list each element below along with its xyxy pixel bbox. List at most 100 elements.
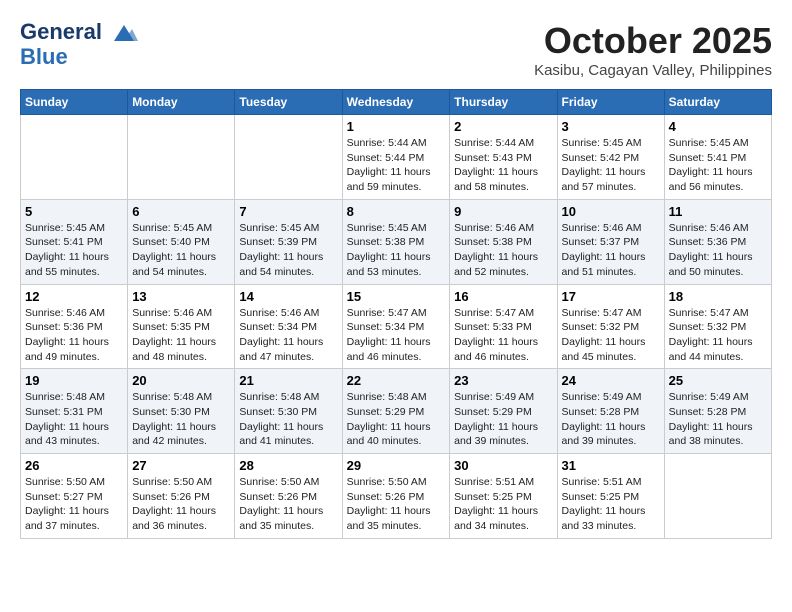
calendar-cell: 30 Sunrise: 5:51 AMSunset: 5:25 PMDayligh… [450, 454, 557, 539]
day-number: 23 [454, 373, 552, 388]
daylight-text: Daylight: 11 hours and 35 minutes. [347, 504, 446, 533]
calendar-cell: 24 Sunrise: 5:49 AMSunset: 5:28 PMDayligh… [557, 369, 664, 454]
sunset-text: Sunset: 5:37 PM [562, 235, 660, 250]
day-detail: Sunrise: 5:51 AMSunset: 5:25 PMDaylight:… [454, 475, 552, 534]
sunrise-text: Sunrise: 5:45 AM [562, 136, 660, 151]
daylight-text: Daylight: 11 hours and 39 minutes. [454, 420, 552, 449]
sunset-text: Sunset: 5:25 PM [454, 490, 552, 505]
sunset-text: Sunset: 5:34 PM [347, 320, 446, 335]
day-number: 6 [132, 204, 230, 219]
sunset-text: Sunset: 5:34 PM [239, 320, 337, 335]
day-detail: Sunrise: 5:47 AMSunset: 5:34 PMDaylight:… [347, 306, 446, 365]
sunrise-text: Sunrise: 5:44 AM [347, 136, 446, 151]
calendar-cell: 26Sunrise: 5:50 AMSunset: 5:27 PMDayligh… [21, 454, 128, 539]
day-detail: Sunrise: 5:48 AMSunset: 5:29 PMDaylight:… [347, 390, 446, 449]
calendar-cell: 11Sunrise: 5:46 AMSunset: 5:36 PMDayligh… [664, 199, 771, 284]
daylight-text: Daylight: 11 hours and 50 minutes. [669, 250, 767, 279]
calendar-cell: 3 Sunrise: 5:45 AMSunset: 5:42 PMDaylight… [557, 115, 664, 200]
sunset-text: Sunset: 5:44 PM [347, 151, 446, 166]
calendar-cell: 2Sunrise: 5:44 AMSunset: 5:43 PMDaylight… [450, 115, 557, 200]
day-number: 3 [562, 119, 660, 134]
sunrise-text: Sunrise: 5:48 AM [239, 390, 337, 405]
daylight-text: Daylight: 11 hours and 58 minutes. [454, 165, 552, 194]
day-number: 18 [669, 289, 767, 304]
calendar-table: SundayMondayTuesdayWednesdayThursdayFrid… [20, 89, 772, 539]
sunset-text: Sunset: 5:30 PM [239, 405, 337, 420]
sunrise-text: Sunrise: 5:47 AM [562, 306, 660, 321]
col-header-saturday: Saturday [664, 90, 771, 115]
day-number: 1 [347, 119, 446, 134]
calendar-header-row: SundayMondayTuesdayWednesdayThursdayFrid… [21, 90, 772, 115]
day-detail: Sunrise: 5:46 AMSunset: 5:37 PMDaylight:… [562, 221, 660, 280]
calendar-cell: 18Sunrise: 5:47 AMSunset: 5:32 PMDayligh… [664, 284, 771, 369]
sunset-text: Sunset: 5:33 PM [454, 320, 552, 335]
sunset-text: Sunset: 5:28 PM [562, 405, 660, 420]
calendar-cell: 12Sunrise: 5:46 AMSunset: 5:36 PMDayligh… [21, 284, 128, 369]
sunrise-text: Sunrise: 5:50 AM [347, 475, 446, 490]
daylight-text: Daylight: 11 hours and 59 minutes. [347, 165, 446, 194]
daylight-text: Daylight: 11 hours and 35 minutes. [239, 504, 337, 533]
day-number: 7 [239, 204, 337, 219]
sunrise-text: Sunrise: 5:50 AM [132, 475, 230, 490]
calendar-cell: 28 Sunrise: 5:50 AMSunset: 5:26 PMDayligh… [235, 454, 342, 539]
calendar-cell: 13Sunrise: 5:46 AMSunset: 5:35 PMDayligh… [128, 284, 235, 369]
day-detail: Sunrise: 5:46 AMSunset: 5:36 PMDaylight:… [669, 221, 767, 280]
calendar-cell: 19Sunrise: 5:48 AMSunset: 5:31 PMDayligh… [21, 369, 128, 454]
sunset-text: Sunset: 5:40 PM [132, 235, 230, 250]
sunset-text: Sunset: 5:30 PM [132, 405, 230, 420]
day-detail: Sunrise: 5:51 AMSunset: 5:25 PMDaylight:… [562, 475, 660, 534]
calendar-week-row: 12Sunrise: 5:46 AMSunset: 5:36 PMDayligh… [21, 284, 772, 369]
day-number: 19 [25, 373, 123, 388]
calendar-cell [128, 115, 235, 200]
calendar-cell: 5Sunrise: 5:45 AMSunset: 5:41 PMDaylight… [21, 199, 128, 284]
col-header-thursday: Thursday [450, 90, 557, 115]
calendar-cell: 31Sunrise: 5:51 AMSunset: 5:25 PMDayligh… [557, 454, 664, 539]
sunset-text: Sunset: 5:26 PM [239, 490, 337, 505]
day-detail: Sunrise: 5:46 AMSunset: 5:35 PMDaylight:… [132, 306, 230, 365]
calendar-cell: 22 Sunrise: 5:48 AMSunset: 5:29 PMDayligh… [342, 369, 450, 454]
sunrise-text: Sunrise: 5:51 AM [454, 475, 552, 490]
day-number: 14 [239, 289, 337, 304]
sunrise-text: Sunrise: 5:45 AM [239, 221, 337, 236]
sunrise-text: Sunrise: 5:50 AM [25, 475, 123, 490]
day-detail: Sunrise: 5:48 AMSunset: 5:30 PMDaylight:… [132, 390, 230, 449]
sunset-text: Sunset: 5:29 PM [347, 405, 446, 420]
sunrise-text: Sunrise: 5:44 AM [454, 136, 552, 151]
day-detail: Sunrise: 5:49 AMSunset: 5:28 PMDaylight:… [669, 390, 767, 449]
daylight-text: Daylight: 11 hours and 52 minutes. [454, 250, 552, 279]
day-detail: Sunrise: 5:45 AMSunset: 5:41 PMDaylight:… [669, 136, 767, 195]
sunrise-text: Sunrise: 5:45 AM [669, 136, 767, 151]
day-detail: Sunrise: 5:50 AMSunset: 5:26 PMDaylight:… [239, 475, 337, 534]
daylight-text: Daylight: 11 hours and 40 minutes. [347, 420, 446, 449]
day-detail: Sunrise: 5:45 AMSunset: 5:39 PMDaylight:… [239, 221, 337, 280]
day-detail: Sunrise: 5:49 AMSunset: 5:28 PMDaylight:… [562, 390, 660, 449]
day-number: 24 [562, 373, 660, 388]
calendar-week-row: 1Sunrise: 5:44 AMSunset: 5:44 PMDaylight… [21, 115, 772, 200]
daylight-text: Daylight: 11 hours and 44 minutes. [669, 335, 767, 364]
daylight-text: Daylight: 11 hours and 41 minutes. [239, 420, 337, 449]
day-number: 22 [347, 373, 446, 388]
sunset-text: Sunset: 5:43 PM [454, 151, 552, 166]
day-detail: Sunrise: 5:48 AMSunset: 5:30 PMDaylight:… [239, 390, 337, 449]
daylight-text: Daylight: 11 hours and 38 minutes. [669, 420, 767, 449]
calendar-cell: 7 Sunrise: 5:45 AMSunset: 5:39 PMDaylight… [235, 199, 342, 284]
sunset-text: Sunset: 5:27 PM [25, 490, 123, 505]
daylight-text: Daylight: 11 hours and 56 minutes. [669, 165, 767, 194]
daylight-text: Daylight: 11 hours and 45 minutes. [562, 335, 660, 364]
calendar-cell: 29Sunrise: 5:50 AMSunset: 5:26 PMDayligh… [342, 454, 450, 539]
day-number: 12 [25, 289, 123, 304]
sunrise-text: Sunrise: 5:48 AM [347, 390, 446, 405]
day-detail: Sunrise: 5:45 AMSunset: 5:40 PMDaylight:… [132, 221, 230, 280]
sunrise-text: Sunrise: 5:46 AM [669, 221, 767, 236]
day-number: 28 [239, 458, 337, 473]
calendar-cell [21, 115, 128, 200]
calendar-cell: 25Sunrise: 5:49 AMSunset: 5:28 PMDayligh… [664, 369, 771, 454]
day-detail: Sunrise: 5:45 AMSunset: 5:42 PMDaylight:… [562, 136, 660, 195]
day-number: 30 [454, 458, 552, 473]
day-detail: Sunrise: 5:45 AMSunset: 5:38 PMDaylight:… [347, 221, 446, 280]
sunset-text: Sunset: 5:41 PM [669, 151, 767, 166]
col-header-wednesday: Wednesday [342, 90, 450, 115]
daylight-text: Daylight: 11 hours and 47 minutes. [239, 335, 337, 364]
calendar-cell: 10Sunrise: 5:46 AMSunset: 5:37 PMDayligh… [557, 199, 664, 284]
location: Kasibu, Cagayan Valley, Philippines [534, 62, 772, 79]
